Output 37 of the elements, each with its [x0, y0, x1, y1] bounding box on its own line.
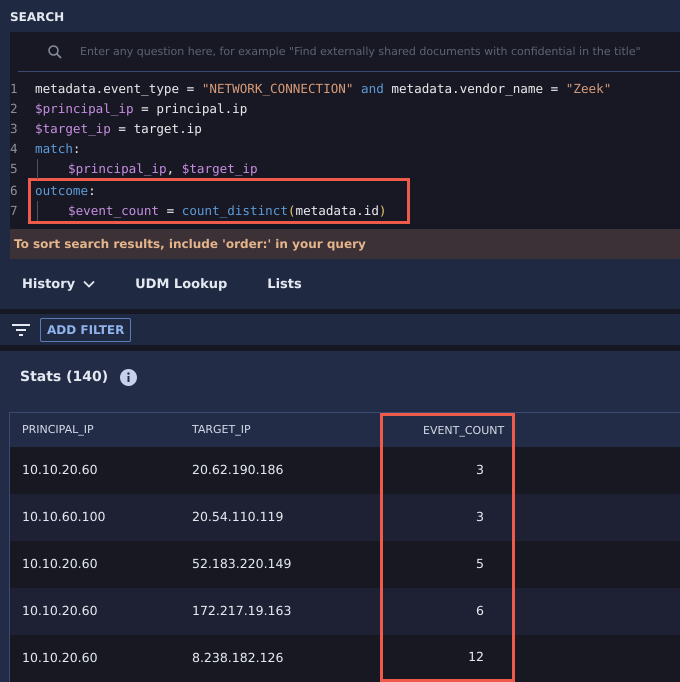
code-line: outcome: — [35, 182, 96, 200]
table-cell-text: 172.217.19.163 — [191, 602, 292, 620]
filter-icon[interactable] — [12, 324, 30, 336]
table-cell-text: 8.238.182.126 — [191, 649, 284, 668]
tab[interactable]: Lists — [267, 274, 302, 294]
column-header: EVENT_COUNT — [380, 413, 515, 447]
search-field[interactable]: Enter any question here, for example "Find externally shared documents with confidential in the title" — [78, 42, 680, 62]
code-line: $event_count = count_distinct(metadata.id) — [68, 202, 386, 220]
code-line: $target_ip = target.ip — [35, 120, 202, 138]
table-cell-text: 52.183.220.149 — [191, 555, 292, 574]
line-number: 3 — [10, 120, 19, 138]
stats-title: Stats (140) — [20, 368, 108, 387]
table-cell-text: 10.10.20.60 — [21, 649, 99, 668]
table-cell: 12 — [380, 635, 515, 682]
table-cell-text: 20.54.110.119 — [191, 508, 284, 526]
table-cell-text: 10.10.20.60 — [21, 461, 99, 480]
code-line: $principal_ip = principal.ip — [35, 100, 248, 118]
table-cell-text: 20.62.190.186 — [191, 461, 284, 480]
search-icon — [48, 44, 62, 59]
line-number: 7 — [10, 202, 19, 220]
line-number: 2 — [10, 100, 19, 118]
line-number: 5 — [10, 160, 19, 178]
line-number: 1 — [10, 80, 19, 98]
add-filter-button[interactable]: ADD FILTER — [40, 318, 132, 342]
code-line: match: — [35, 140, 81, 158]
code-line: $principal_ip, $target_ip — [68, 160, 258, 178]
line-number: 6 — [10, 182, 19, 200]
hint-text: To sort search results, include 'order:' in your query — [10, 229, 680, 260]
line-number: 4 — [10, 140, 19, 158]
table-cell-text: 10.10.20.60 — [21, 602, 99, 620]
panel-title: SEARCH — [10, 9, 66, 26]
code-line: metadata.event_type = "NETWORK_CONNECTION" and metadata.vendor_name = "Zeek" — [35, 80, 612, 98]
info-icon[interactable] — [120, 368, 138, 386]
table-cell-text: 10.10.60.100 — [21, 508, 106, 526]
tab[interactable]: UDM Lookup — [135, 274, 228, 294]
table-cell-text: 10.10.20.60 — [21, 555, 99, 574]
tab[interactable]: History — [22, 274, 96, 294]
